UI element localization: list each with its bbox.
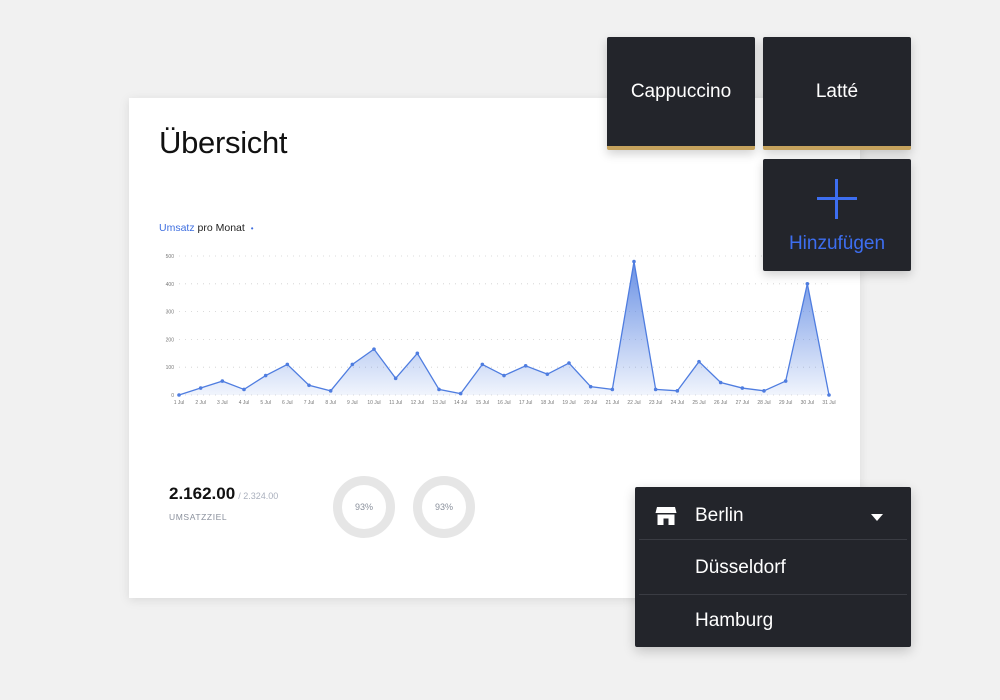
sales-current: 2.162.00	[169, 484, 236, 503]
data-point	[372, 347, 376, 351]
x-tick-label: 27 Jul	[736, 400, 749, 406]
data-point	[437, 387, 441, 392]
product-tile-latte[interactable]: Latté	[763, 37, 911, 150]
data-point	[783, 379, 788, 383]
progress-ring-2: 93%	[413, 476, 475, 538]
x-tick-label: 3 Jul	[217, 400, 228, 406]
data-point	[632, 259, 636, 264]
location-dropdown[interactable]: Berlin Düsseldorf Hamburg	[635, 487, 911, 647]
y-tick-label: 400	[166, 282, 175, 288]
x-tick-label: 2 Jul	[195, 400, 206, 406]
x-tick-label: 25 Jul	[692, 400, 705, 406]
y-tick-label: 200	[166, 337, 175, 343]
data-point	[242, 387, 246, 392]
y-tick-label: 0	[171, 393, 174, 399]
location-selected[interactable]: Berlin	[635, 490, 911, 542]
x-tick-label: 23 Jul	[649, 400, 662, 406]
x-tick-label: 6 Jul	[282, 400, 293, 406]
data-point	[588, 384, 593, 389]
x-tick-label: 12 Jul	[411, 400, 424, 406]
x-tick-label: 7 Jul	[304, 400, 315, 406]
x-tick-label: 18 Jul	[541, 400, 554, 406]
data-point	[567, 361, 571, 365]
x-tick-label: 20 Jul	[584, 400, 597, 406]
x-tick-label: 1 Jul	[174, 400, 185, 406]
y-tick-label: 100	[166, 365, 175, 371]
y-tick-label: 500	[166, 254, 175, 260]
data-point	[177, 393, 181, 397]
data-point	[285, 362, 290, 367]
product-tile-cappuccino[interactable]: Cappuccino	[607, 37, 755, 150]
data-point	[762, 389, 766, 393]
data-point	[415, 351, 420, 356]
progress-ring-1-label: 93%	[354, 502, 373, 512]
product-tile-latte-label: Latté	[815, 80, 859, 102]
chart-header: Umsatz pro Monat •	[159, 222, 254, 234]
location-option-duesseldorf[interactable]: Düsseldorf	[635, 542, 911, 594]
chevron-down-icon[interactable]	[871, 514, 883, 521]
data-point	[502, 373, 506, 378]
data-point	[220, 379, 225, 383]
data-point	[610, 387, 615, 392]
page-title: Übersicht	[159, 125, 288, 160]
sales-chart: 0 100 200 300 400 500 1 Jul 2 Jul 3 Jul 4 Jul 5 Ju…	[166, 254, 836, 406]
x-tick-label: 24 Jul	[671, 400, 684, 406]
data-point	[350, 362, 355, 367]
data-point	[827, 393, 831, 397]
x-tick-label: 21 Jul	[606, 400, 619, 406]
add-product-label: Hinzufügen	[788, 233, 886, 254]
y-tick-label: 300	[166, 310, 175, 316]
x-tick-label: 17 Jul	[519, 400, 532, 406]
location-selected-label: Berlin	[695, 505, 744, 526]
data-point	[675, 389, 680, 393]
x-tick-label: 9 Jul	[347, 400, 358, 406]
sales-goal-label: UMSATZZIEL	[169, 512, 228, 522]
plus-icon	[817, 179, 857, 219]
data-point	[458, 391, 463, 396]
data-point	[740, 386, 745, 390]
store-icon	[655, 507, 677, 525]
location-option-label: Hamburg	[695, 610, 774, 631]
x-tick-label: 4 Jul	[239, 400, 250, 406]
data-point	[523, 364, 528, 368]
x-tick-label: 15 Jul	[476, 400, 489, 406]
data-point	[307, 383, 311, 388]
x-tick-label: 11 Jul	[389, 400, 402, 406]
data-point	[263, 373, 268, 378]
x-tick-label: 29 Jul	[779, 400, 792, 406]
location-option-label: Düsseldorf	[695, 557, 786, 578]
x-tick-label: 22 Jul	[627, 400, 640, 406]
progress-ring-1: 93%	[333, 476, 395, 538]
add-product-button[interactable]: Hinzufügen	[763, 159, 911, 271]
x-tick-label: 19 Jul	[562, 400, 575, 406]
data-point	[697, 359, 701, 364]
data-point	[328, 389, 333, 393]
data-point	[805, 282, 810, 286]
sales-target: / 2.324.00	[238, 491, 279, 501]
data-point	[198, 386, 203, 390]
x-tick-label: 31 Jul	[822, 400, 835, 406]
data-point	[653, 387, 658, 392]
chart-header-metric[interactable]: Umsatz	[159, 222, 195, 234]
data-point	[718, 380, 723, 385]
progress-ring-2-label: 93%	[434, 502, 453, 512]
x-tick-label: 10 Jul	[367, 400, 380, 406]
product-tile-cappuccino-label: Cappuccino	[630, 80, 732, 102]
dropdown-divider	[639, 539, 907, 540]
data-point	[545, 372, 550, 376]
location-option-hamburg[interactable]: Hamburg	[635, 595, 911, 647]
x-tick-label: 8 Jul	[325, 400, 336, 406]
chart-header-period: pro Monat	[194, 222, 245, 234]
x-tick-label: 13 Jul	[432, 400, 445, 406]
x-tick-label: 30 Jul	[801, 400, 814, 406]
x-tick-label: 5 Jul	[260, 400, 271, 406]
x-tick-label: 28 Jul	[757, 400, 770, 406]
x-tick-label: 16 Jul	[497, 400, 510, 406]
data-point	[393, 376, 398, 381]
x-tick-label: 26 Jul	[714, 400, 727, 406]
x-tick-label: 14 Jul	[454, 400, 467, 406]
data-point	[480, 362, 485, 367]
chart-dropdown-dot[interactable]: •	[251, 224, 254, 233]
sales-value: 2.162.00/ 2.324.00	[169, 484, 278, 504]
